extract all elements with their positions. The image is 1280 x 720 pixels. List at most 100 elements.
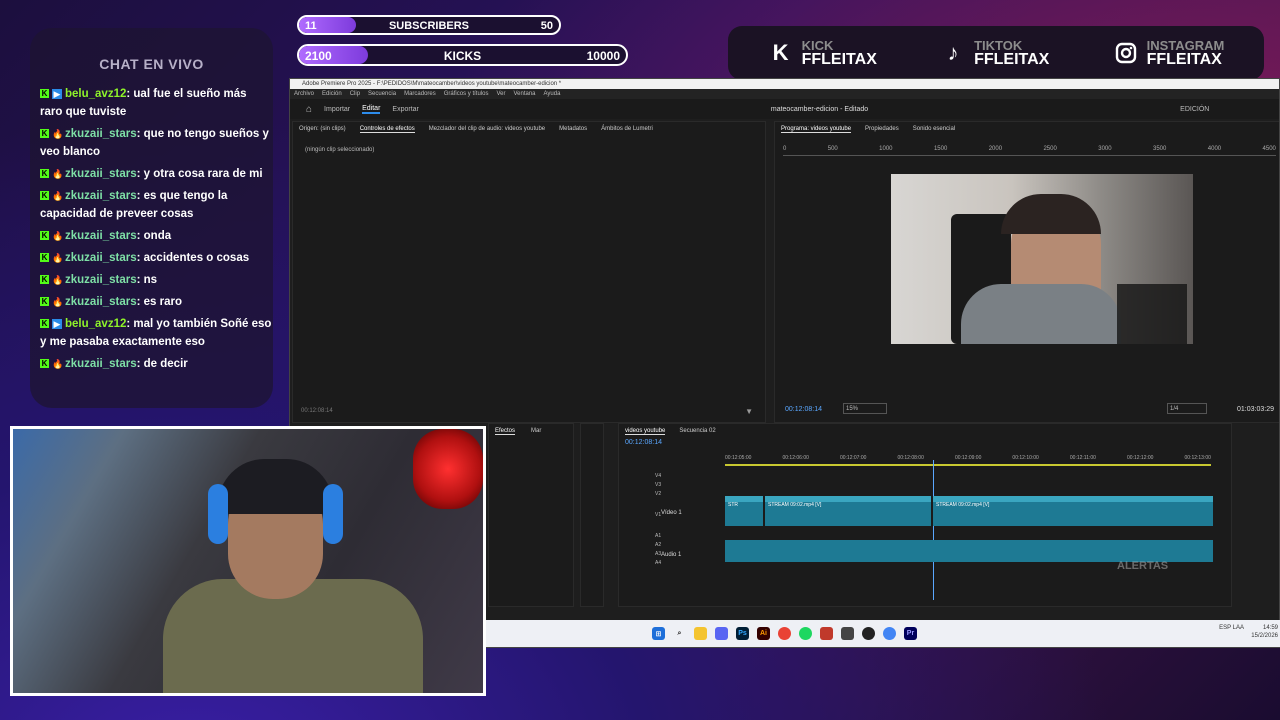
timeline-timecode[interactable]: 00:12:08:14 — [625, 439, 662, 446]
fire-badge-icon: 🔥 — [52, 252, 64, 263]
clip-str[interactable]: STR — [725, 496, 763, 526]
windows-start-icon[interactable]: ⊞ — [652, 627, 665, 640]
ruler-tick: 1000 — [879, 146, 893, 152]
social-handle: FFLEITAX — [801, 50, 877, 68]
app-icon[interactable] — [820, 627, 833, 640]
chat-text: es raro — [143, 296, 182, 308]
window-title: Adobe Premiere Pro 2025 - F:\PEDIDOS\M\m… — [290, 79, 1279, 89]
zoom-select[interactable]: 15% — [843, 403, 887, 414]
chat-username[interactable]: zkuzaii_stars — [65, 358, 137, 370]
clip-stream-1[interactable]: STREAM 09:02.mp4 [V] — [765, 496, 931, 526]
instagram-icon — [1113, 40, 1139, 66]
tab-videos-youtube[interactable]: videos youtube — [625, 428, 666, 435]
ruler-tick: 1500 — [933, 146, 948, 152]
menu-item[interactable]: Clip — [350, 89, 360, 99]
social-platform: KICK — [801, 37, 834, 53]
timeline-ruler: 00:12:05:00 00:12:06:00 00:12:07:00 00:12:0… — [725, 455, 1211, 461]
taskbar-clock[interactable]: 14:59 15/2/2026 — [1251, 624, 1278, 640]
illustrator-icon[interactable]: Ai — [757, 627, 770, 640]
audio-clip-a1[interactable] — [725, 540, 1213, 562]
photoshop-icon[interactable]: Ps — [736, 627, 749, 640]
kick-badge-icon: K — [40, 129, 49, 139]
v1-track-name: Vídeo 1 — [661, 510, 682, 516]
file-explorer-icon[interactable] — [694, 627, 707, 640]
track-label[interactable]: V3 — [655, 481, 661, 490]
chat-text: accidentes o cosas — [143, 252, 250, 264]
program-timecode[interactable]: 00:12:08:14 — [785, 406, 822, 413]
chrome-profile-icon[interactable] — [883, 627, 896, 640]
kick-badge-icon: K — [40, 191, 49, 201]
import-tab[interactable]: Importar — [324, 106, 350, 113]
menu-item[interactable]: Secuencia — [368, 89, 396, 99]
filter-icon[interactable]: ▼ — [745, 407, 753, 416]
capcut-icon[interactable] — [841, 627, 854, 640]
tab-sequence-02[interactable]: Secuencia 02 — [679, 428, 715, 435]
chat-username[interactable]: zkuzaii_stars — [65, 168, 137, 180]
workspace-header: ⌂ Importar Editar Exportar mateocamber-e… — [290, 99, 1279, 119]
program-tab[interactable]: Programa: videos youtube — [781, 126, 852, 133]
premiere-icon[interactable]: Pr — [904, 627, 917, 640]
program-tab[interactable]: Sonido esencial — [913, 126, 955, 133]
track-label[interactable]: V4 — [655, 472, 661, 481]
source-tab[interactable]: Controles de efectos — [359, 126, 415, 133]
export-tab[interactable]: Exportar — [392, 106, 418, 113]
search-icon[interactable]: ⌕ — [673, 627, 686, 640]
kick-icon: K — [772, 40, 789, 65]
chat-username[interactable]: zkuzaii_stars — [65, 252, 137, 264]
chat-message: K 🔥 zkuzaii_stars: accidentes o cosas — [40, 252, 250, 264]
chrome-icon[interactable] — [778, 627, 791, 640]
obs-icon[interactable] — [862, 627, 875, 640]
menu-item[interactable]: Ventana — [513, 89, 535, 99]
workspace-label[interactable]: EDICIÓN — [1180, 106, 1209, 113]
ruler-tick: 2500 — [1043, 146, 1057, 152]
menu-item[interactable]: Edición — [322, 89, 342, 99]
quality-select[interactable]: 1/4 — [1167, 403, 1207, 414]
source-tabs: Origen: (sin clips) Controles de efectos M… — [293, 122, 765, 137]
track-label[interactable]: A1 — [655, 532, 661, 541]
alerts-overlay: ALERTAS — [1117, 560, 1169, 572]
menu-item[interactable]: Ver — [496, 89, 505, 99]
timeline-tick: 00:12:13:00 — [1184, 455, 1211, 461]
clip-stream-2[interactable]: STREAM 09:02.mp4 [V] — [933, 496, 1213, 526]
timeline-tick: 00:12:11:00 — [1069, 455, 1096, 461]
taskbar-lang[interactable]: ESP LAA — [1219, 624, 1244, 632]
chat-username[interactable]: zkuzaii_stars — [65, 128, 137, 140]
menu-item[interactable]: Ayuda — [544, 89, 561, 99]
edit-tab[interactable]: Editar — [362, 105, 381, 114]
headphones — [323, 484, 343, 544]
chat-username[interactable]: belu_avz12 — [65, 88, 126, 100]
chat-text: onda — [143, 230, 172, 242]
source-tab[interactable]: Mezclador del clip de audio: videos yout… — [429, 126, 545, 133]
menu-item[interactable]: Marcadores — [404, 89, 436, 99]
fire-badge-icon: 🔥 — [52, 128, 64, 139]
home-icon[interactable]: ⌂ — [306, 104, 312, 115]
program-tab[interactable]: Propiedades — [865, 126, 899, 133]
chat-username[interactable]: zkuzaii_stars — [65, 230, 137, 242]
tab-markers[interactable]: Mar — [531, 428, 541, 435]
kicks-goal-bar: 2100 KICKS 10000 — [297, 44, 628, 66]
chat-title: CHAT EN VIVO — [99, 56, 204, 72]
spotify-icon[interactable] — [799, 627, 812, 640]
fire-badge-icon: 🔥 — [52, 358, 64, 369]
playhead[interactable] — [933, 460, 934, 600]
program-video-frame — [891, 174, 1193, 344]
chat-username[interactable]: zkuzaii_stars — [65, 296, 137, 308]
menu-item[interactable]: Archivo — [294, 89, 314, 99]
chat-message: K 🔥 zkuzaii_stars: de decir — [40, 358, 188, 370]
chat-username[interactable]: zkuzaii_stars — [65, 190, 137, 202]
chat-username[interactable]: zkuzaii_stars — [65, 274, 137, 286]
track-label[interactable]: V2 — [655, 490, 661, 499]
menu-item[interactable]: Gráficos y títulos — [444, 89, 489, 99]
chat-message: K 🔥 zkuzaii_stars: ns — [40, 274, 158, 286]
chat-username[interactable]: belu_avz12 — [65, 318, 126, 330]
track-label[interactable]: A4 — [655, 559, 661, 568]
source-tab[interactable]: Ámbitos de Lumetri — [601, 126, 653, 133]
source-tab[interactable]: Origen: (sin clips) — [299, 126, 346, 133]
source-tab[interactable]: Metadatos — [559, 126, 587, 133]
fire-badge-icon: 🔥 — [52, 274, 64, 285]
tab-effects[interactable]: Efectos — [495, 428, 516, 435]
tiktok-icon: ♪ — [947, 40, 959, 65]
effect-controls-panel: Origen: (sin clips) Controles de efectos M… — [292, 121, 766, 423]
discord-icon[interactable] — [715, 627, 728, 640]
track-label[interactable]: A2 — [655, 541, 661, 550]
